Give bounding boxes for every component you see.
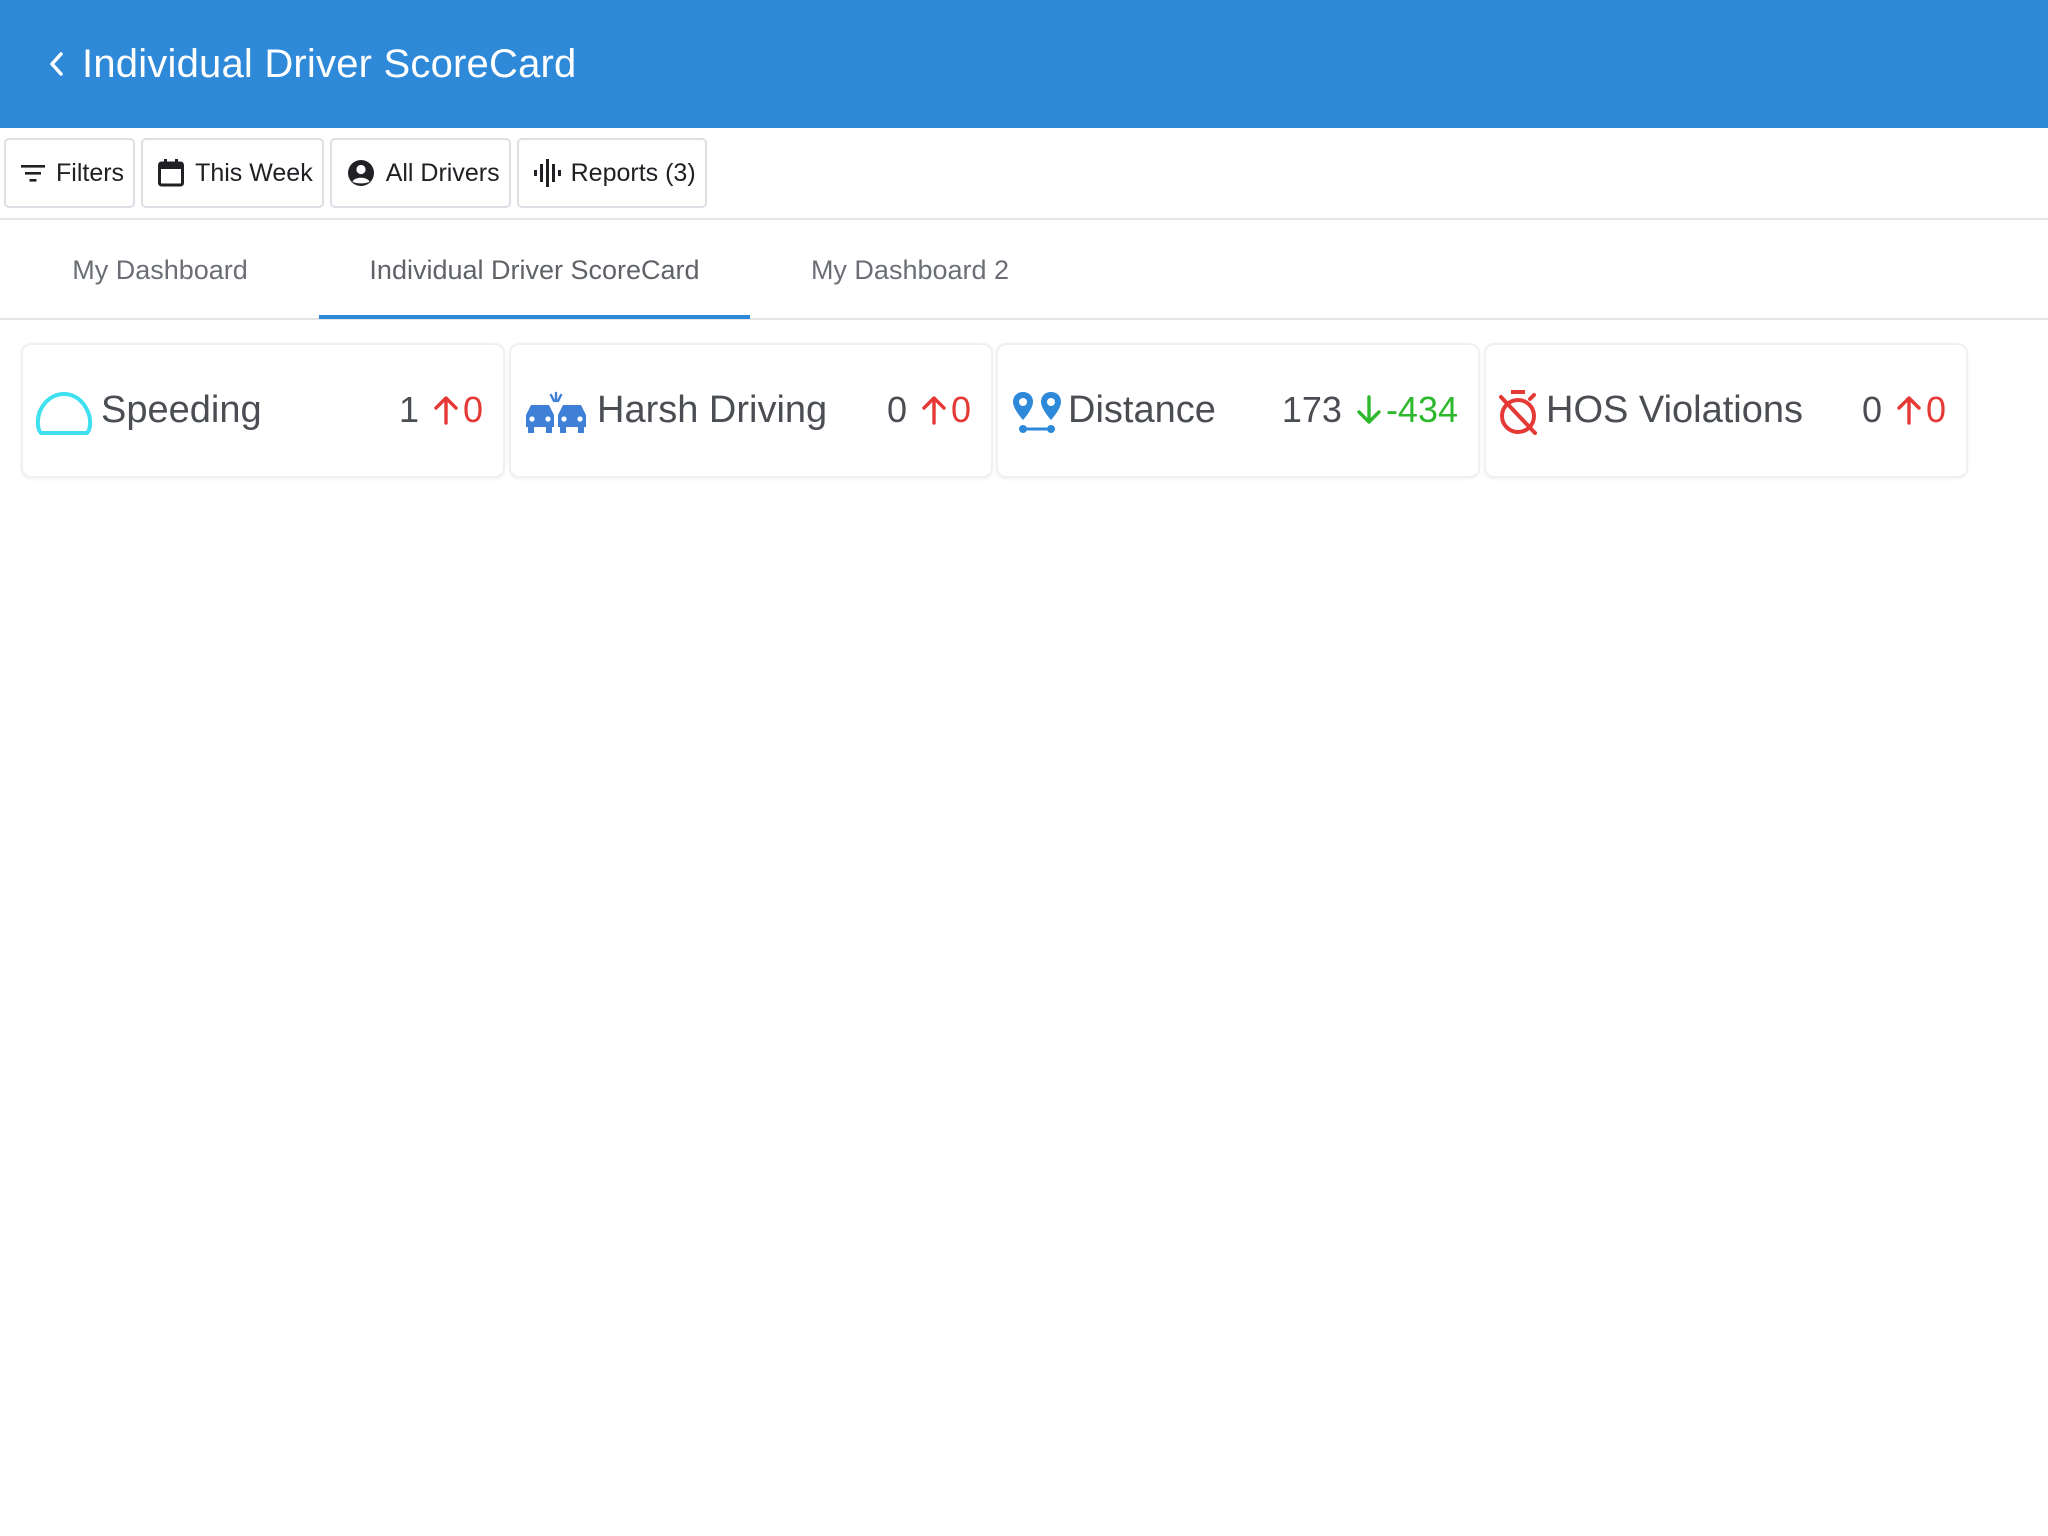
drivers-button[interactable]: All Drivers xyxy=(329,138,511,208)
kpi-value: 1 xyxy=(398,389,419,430)
kpi-label: Distance xyxy=(1068,389,1216,431)
account-circle-icon xyxy=(346,158,376,188)
reports-label: Reports (3) xyxy=(570,158,696,187)
date-range-button[interactable]: This Week xyxy=(141,138,324,208)
kpi-values: 0 0 xyxy=(887,389,971,431)
car-collision-icon xyxy=(523,387,589,439)
kpi-delta: 0 xyxy=(950,389,971,430)
kpi-card-harsh-driving[interactable]: Harsh Driving 0 0 xyxy=(509,343,993,478)
kpi-values: 1 0 xyxy=(399,389,483,431)
kpi-label: Harsh Driving xyxy=(597,389,828,431)
tab-label: My Dashboard xyxy=(72,254,248,285)
filter-icon xyxy=(20,162,46,184)
tab-label: My Dashboard 2 xyxy=(810,254,1010,285)
kpi-value: 0 xyxy=(1861,389,1882,430)
arrow-up-icon xyxy=(433,395,459,425)
kpi-delta: 0 xyxy=(462,389,483,430)
timer-off-icon xyxy=(1496,387,1540,439)
tab-my-dashboard-2[interactable]: My Dashboard 2 xyxy=(780,220,1040,320)
arrow-down-icon xyxy=(1356,395,1382,425)
back-button[interactable] xyxy=(44,48,68,80)
kpi-value: 173 xyxy=(1281,389,1342,430)
arrow-up-icon xyxy=(921,395,947,425)
date-range-label: This Week xyxy=(195,158,313,187)
reports-bars-icon xyxy=(533,158,561,188)
speedometer-icon xyxy=(35,387,93,439)
tab-bar: My Dashboard Individual Driver ScoreCard… xyxy=(0,220,2048,320)
toolbar: Filters This Week All Drivers Reports (3… xyxy=(0,128,2048,220)
kpi-value: 0 xyxy=(886,389,907,430)
kpi-delta: 0 xyxy=(1925,389,1946,430)
page-title: Individual Driver ScoreCard xyxy=(82,41,577,86)
active-tab-indicator xyxy=(319,315,750,319)
calendar-icon xyxy=(157,158,185,188)
filters-label: Filters xyxy=(56,158,125,187)
chevron-left-icon xyxy=(50,52,63,76)
tab-label: Individual Driver ScoreCard xyxy=(369,254,700,285)
kpi-card-hos-violations[interactable]: HOS Violations 0 0 xyxy=(1484,343,1968,478)
kpi-values: 173 -434 xyxy=(1282,389,1458,431)
kpi-label: HOS Violations xyxy=(1546,389,1803,431)
route-pins-icon xyxy=(1008,387,1066,439)
drivers-label: All Drivers xyxy=(385,158,500,187)
app-header: Individual Driver ScoreCard xyxy=(0,0,2048,128)
tab-my-dashboard[interactable]: My Dashboard xyxy=(30,220,290,320)
kpi-label: Speeding xyxy=(101,389,262,431)
kpi-card-distance[interactable]: Distance 173 -434 xyxy=(996,343,1480,478)
kpi-delta: -434 xyxy=(1385,389,1458,430)
kpi-card-speeding[interactable]: Speeding 1 0 xyxy=(21,343,505,478)
filters-button[interactable]: Filters xyxy=(4,138,136,208)
tab-individual-driver-scorecard[interactable]: Individual Driver ScoreCard xyxy=(319,220,750,320)
arrow-up-icon xyxy=(1896,395,1922,425)
reports-button[interactable]: Reports (3) xyxy=(516,138,707,208)
kpi-values: 0 0 xyxy=(1862,389,1946,431)
